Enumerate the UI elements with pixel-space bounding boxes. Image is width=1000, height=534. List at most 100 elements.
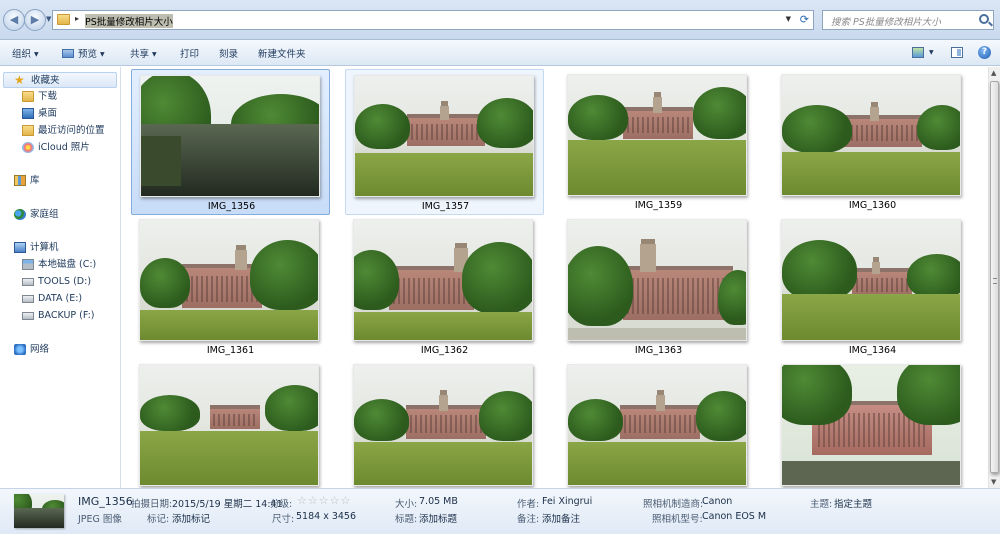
back-arrow-icon: ◀ [9, 13, 19, 26]
share-label: 共享 [130, 49, 150, 60]
title-label: 标题: [395, 514, 418, 525]
star-icon[interactable]: ☆ [308, 494, 319, 507]
photo-thumbnail [781, 364, 961, 486]
preview-app-icon [62, 49, 74, 58]
file-item[interactable]: IMG_1362 [345, 214, 544, 360]
size-label: 大小: [395, 499, 418, 510]
photo-thumbnail [781, 74, 961, 196]
share-menu-button[interactable]: 共享 ▼ [130, 46, 157, 60]
search-input[interactable]: 搜索 PS批量修改相片大小 [822, 10, 994, 30]
star-icon[interactable]: ☆ [319, 494, 330, 507]
date-taken-value: 2015/5/19 星期二 14:41 [172, 499, 283, 510]
scroll-down-icon[interactable]: ▼ [991, 478, 996, 486]
nav-favorites-label: 收藏夹 [31, 75, 60, 86]
address-history-dropdown-icon[interactable]: ▼ [786, 15, 791, 23]
star-icon[interactable]: ☆ [341, 494, 352, 507]
rating-label: 分级: [270, 499, 293, 510]
file-item[interactable]: IMG_1363 [559, 214, 758, 360]
rating-stars[interactable]: ☆☆☆☆☆ [297, 494, 351, 507]
forward-arrow-icon: ▶ [30, 13, 40, 26]
nav-desktop-label: 桌面 [38, 108, 58, 119]
subject-value[interactable]: 指定主题 [834, 496, 872, 510]
new-folder-button[interactable]: 新建文件夹 [258, 46, 306, 60]
details-pane: IMG_1356 JPEG 图像 拍摄日期: 2015/5/19 星期二 14:… [0, 488, 1000, 534]
selected-file-type: JPEG 图像 [78, 514, 122, 525]
help-icon[interactable]: ? [978, 46, 991, 59]
nav-favorites[interactable]: ★ 收藏夹 [3, 72, 117, 88]
file-item[interactable] [559, 359, 758, 488]
scrollbar-thumb[interactable] [990, 81, 999, 473]
photo-thumbnail [567, 74, 747, 196]
organize-menu-button[interactable]: 组织 ▼ [12, 46, 39, 60]
file-item[interactable]: IMG_1361 [131, 214, 330, 360]
size-value: 7.05 MB [419, 496, 458, 507]
file-item[interactable]: IMG_1359 [559, 69, 758, 215]
address-bar-region: ◀ ▶ ▼ ▸ PS批量修改相片大小 ▼ ⟳ 搜索 PS批量修改相片大小 [0, 0, 1000, 40]
file-item[interactable]: IMG_1360 [773, 69, 972, 215]
file-item[interactable]: IMG_1364 [773, 214, 972, 360]
nav-drive-f-label: BACKUP (F:) [38, 310, 95, 321]
change-view-icon[interactable] [912, 47, 924, 58]
drive-icon [22, 278, 34, 286]
preview-pane-toggle-icon[interactable] [951, 47, 963, 58]
photo-thumbnail [139, 219, 319, 341]
star-icon[interactable]: ☆ [330, 494, 341, 507]
nav-icloud-label: iCloud 照片 [38, 142, 90, 153]
camera-maker-value: Canon [702, 496, 733, 507]
forward-button[interactable]: ▶ [24, 9, 46, 31]
file-name: IMG_1362 [420, 345, 469, 356]
star-icon[interactable]: ☆ [297, 494, 308, 507]
search-icon[interactable] [979, 14, 989, 24]
downloads-folder-icon [22, 91, 34, 102]
drive-icon [22, 295, 34, 303]
breadcrumb-current-folder[interactable]: PS批量修改相片大小 [85, 14, 173, 28]
computer-icon [14, 242, 26, 253]
file-item[interactable] [131, 359, 330, 488]
title-value[interactable]: 添加标题 [419, 511, 457, 525]
system-drive-icon [22, 259, 34, 270]
file-list-view[interactable]: IMG_1356 IMG_1357 IMG_1359 IMG_1360 IMG_… [122, 67, 988, 488]
nav-drive-e-label: DATA (E:) [38, 293, 83, 304]
print-button[interactable]: 打印 [180, 46, 199, 60]
file-name: IMG_1361 [206, 345, 255, 356]
dimensions-label: 尺寸: [272, 514, 295, 525]
nav-libraries-label: 库 [30, 175, 40, 186]
photo-thumbnail [567, 219, 747, 341]
network-icon [14, 344, 26, 355]
star-icon: ★ [14, 73, 25, 87]
file-item[interactable]: IMG_1356 [131, 69, 330, 215]
scroll-up-icon[interactable]: ▲ [991, 69, 996, 77]
search-placeholder: 搜索 PS批量修改相片大小 [831, 17, 941, 28]
recent-pages-dropdown-icon[interactable]: ▼ [46, 15, 51, 23]
file-item[interactable] [345, 359, 544, 488]
chevron-down-icon: ▼ [34, 51, 39, 58]
selected-file-thumbnail [14, 494, 64, 528]
file-name: IMG_1357 [421, 201, 470, 212]
comments-value[interactable]: 添加备注 [542, 511, 580, 525]
breadcrumb-chevron-icon[interactable]: ▸ [75, 14, 79, 23]
tags-value[interactable]: 添加标记 [172, 511, 210, 525]
file-name: IMG_1363 [634, 345, 683, 356]
comments-label: 备注: [517, 514, 540, 525]
burn-button[interactable]: 刻录 [219, 46, 238, 60]
file-item[interactable] [773, 359, 972, 488]
recent-places-icon [22, 125, 34, 136]
nav-network-label: 网络 [30, 344, 50, 355]
file-name: IMG_1356 [207, 201, 256, 212]
nav-computer-label: 计算机 [30, 242, 59, 253]
file-item[interactable]: IMG_1357 [345, 69, 544, 215]
chevron-down-icon: ▼ [100, 51, 105, 58]
back-button[interactable]: ◀ [3, 9, 25, 31]
view-options-dropdown-icon[interactable]: ▼ [929, 49, 934, 56]
vertical-scrollbar[interactable]: ▲ ▼ [988, 67, 1000, 488]
preview-menu-button[interactable]: 预览 ▼ [62, 46, 105, 60]
refresh-icon[interactable]: ⟳ [800, 13, 809, 26]
address-field[interactable]: ▸ PS批量修改相片大小 ▼ ⟳ [52, 10, 814, 30]
libraries-icon [14, 175, 26, 186]
icloud-photos-icon [22, 142, 34, 153]
file-name: IMG_1364 [848, 345, 897, 356]
photo-thumbnail [353, 219, 533, 341]
command-toolbar: 组织 ▼ 预览 ▼ 共享 ▼ 打印 刻录 新建文件夹 ▼ ? [0, 40, 1000, 66]
nav-downloads-label: 下载 [38, 91, 58, 102]
author-value[interactable]: Fei Xingrui [542, 496, 592, 507]
